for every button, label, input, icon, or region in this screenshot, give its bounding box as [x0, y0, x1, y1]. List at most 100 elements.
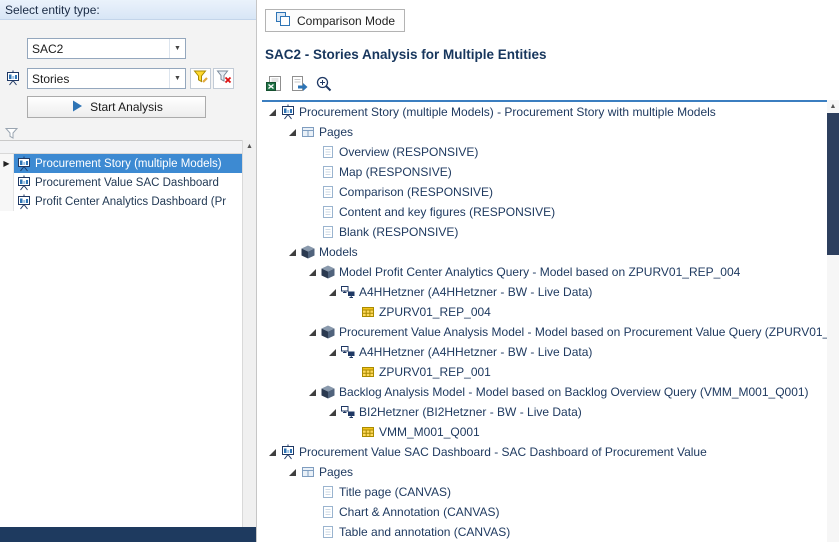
twisty-spacer [346, 422, 360, 442]
entity-list-row[interactable]: Procurement Value SAC Dashboard [0, 173, 243, 192]
expand-toggle-icon[interactable] [286, 122, 300, 142]
entity-row-content[interactable]: Profit Center Analytics Dashboard (Pr [14, 192, 243, 211]
entity-type-value: SAC2 [28, 42, 169, 56]
zoom-in-button[interactable] [315, 76, 333, 94]
model-icon [320, 384, 336, 400]
query-icon [360, 364, 376, 380]
tree-node-label: BI2Hetzner (BI2Hetzner - BW - Live Data) [359, 405, 582, 419]
twisty-spacer [306, 162, 320, 182]
tree-node[interactable]: Overview (RESPONSIVE) [262, 142, 827, 162]
tree-node[interactable]: BI2Hetzner (BI2Hetzner - BW - Live Data) [262, 402, 827, 422]
tree-node[interactable]: A4HHetzner (A4HHetzner - BW - Live Data) [262, 342, 827, 362]
entity-row-content[interactable]: Procurement Story (multiple Models) [14, 154, 243, 173]
entity-row-label: Procurement Value SAC Dashboard [35, 177, 219, 189]
tree-node[interactable]: A4HHetzner (A4HHetzner - BW - Live Data) [262, 282, 827, 302]
tree-node-label: Models [319, 245, 358, 259]
tree-node[interactable]: Model Profit Center Analytics Query - Mo… [262, 262, 827, 282]
filter-icon [5, 127, 18, 140]
clear-filter-button[interactable] [213, 68, 234, 89]
entity-type-dropdown[interactable]: SAC2 ▼ [27, 38, 186, 59]
tree-node[interactable]: Procurement Story (multiple Models) - Pr… [262, 102, 827, 122]
clear-filter-icon [216, 69, 232, 88]
tree-node[interactable]: Table and annotation (CANVAS) [262, 522, 827, 542]
scrollbar-thumb[interactable] [827, 113, 839, 255]
comparison-mode-button[interactable]: Comparison Mode [265, 9, 405, 32]
expand-toggle-icon[interactable] [326, 342, 340, 362]
tree-node-label: Procurement Value SAC Dashboard - SAC Da… [299, 445, 707, 459]
expand-toggle-icon[interactable] [306, 262, 320, 282]
page-icon [320, 524, 336, 540]
tree-node[interactable]: VMM_M001_Q001 [262, 422, 827, 442]
tree-node-label: Procurement Value Analysis Model - Model… [339, 325, 827, 339]
scroll-up-button[interactable]: ▲ [827, 100, 839, 113]
expand-toggle-icon[interactable] [326, 282, 340, 302]
story-icon [16, 175, 32, 191]
connection-icon [340, 284, 356, 300]
comparison-mode-label: Comparison Mode [297, 14, 395, 28]
entity-selector-panel: Select entity type: SAC2 ▼ Stories ▼ Sta… [0, 0, 257, 542]
tree-node[interactable]: Backlog Analysis Model - Model based on … [262, 382, 827, 402]
twisty-spacer [346, 362, 360, 382]
start-analysis-label: Start Analysis [90, 100, 163, 114]
entity-list-row[interactable]: ▶Procurement Story (multiple Models) [0, 154, 243, 173]
tree-node-label: VMM_M001_Q001 [379, 425, 480, 439]
twisty-spacer [346, 302, 360, 322]
expand-toggle-icon[interactable] [266, 442, 280, 462]
expand-toggle-icon[interactable] [306, 322, 320, 342]
tree-toolbar [265, 76, 333, 94]
story-icon [280, 104, 296, 120]
tree-node-label: Title page (CANVAS) [339, 485, 451, 499]
comparison-icon [275, 11, 291, 30]
expand-toggle-icon[interactable] [286, 462, 300, 482]
start-analysis-button[interactable]: Start Analysis [27, 96, 206, 118]
tree-node-label: A4HHetzner (A4HHetzner - BW - Live Data) [359, 285, 592, 299]
export-excel-button[interactable] [265, 76, 283, 94]
expand-toggle-icon[interactable] [306, 382, 320, 402]
tree-node[interactable]: Content and key figures (RESPONSIVE) [262, 202, 827, 222]
twisty-spacer [306, 502, 320, 522]
export-excel-icon [265, 75, 283, 96]
export-icon [290, 75, 308, 96]
entity-list-row[interactable]: Profit Center Analytics Dashboard (Pr [0, 192, 243, 211]
expand-toggle-icon[interactable] [326, 402, 340, 422]
twisty-spacer [306, 142, 320, 162]
tree-node-label: ZPURV01_REP_001 [379, 365, 491, 379]
tree-node[interactable]: Title page (CANVAS) [262, 482, 827, 502]
connection-icon [340, 344, 356, 360]
tree-node[interactable]: Procurement Value SAC Dashboard - SAC Da… [262, 442, 827, 462]
tree-node-label: Content and key figures (RESPONSIVE) [339, 205, 555, 219]
grid-column-header [0, 141, 243, 154]
tree-node[interactable]: Pages [262, 122, 827, 142]
tree-node[interactable]: Pages [262, 462, 827, 482]
tree-node[interactable]: Comparison (RESPONSIVE) [262, 182, 827, 202]
scroll-up-button[interactable]: ▲ [243, 140, 256, 154]
entity-row-label: Profit Center Analytics Dashboard (Pr [35, 196, 226, 208]
model-icon [320, 324, 336, 340]
tree-node[interactable]: Models [262, 242, 827, 262]
tree-node[interactable]: ZPURV01_REP_001 [262, 362, 827, 382]
twisty-spacer [306, 482, 320, 502]
stories-icon [5, 70, 21, 86]
tree-node[interactable]: ZPURV01_REP_004 [262, 302, 827, 322]
entity-list-dropdown[interactable]: Stories ▼ [27, 68, 186, 89]
tree-node-label: Comparison (RESPONSIVE) [339, 185, 493, 199]
left-scrollbar[interactable]: ▲ [242, 140, 256, 527]
entity-row-content[interactable]: Procurement Value SAC Dashboard [14, 173, 243, 192]
right-scrollbar[interactable]: ▲ [827, 100, 839, 542]
tree-node[interactable]: Map (RESPONSIVE) [262, 162, 827, 182]
expand-toggle-icon[interactable] [286, 242, 300, 262]
page-icon [320, 484, 336, 500]
connection-icon [340, 404, 356, 420]
expand-toggle-icon[interactable] [266, 102, 280, 122]
tree-node[interactable]: Blank (RESPONSIVE) [262, 222, 827, 242]
story-icon [16, 194, 32, 210]
tree-node[interactable]: Procurement Value Analysis Model - Model… [262, 322, 827, 342]
edit-filter-button[interactable] [190, 68, 211, 89]
export-button[interactable] [290, 76, 308, 94]
tree-node-label: Pages [319, 465, 353, 479]
entity-list-value: Stories [28, 72, 169, 86]
story-icon [16, 156, 32, 172]
tree-node-label: Overview (RESPONSIVE) [339, 145, 478, 159]
tree-node[interactable]: Chart & Annotation (CANVAS) [262, 502, 827, 522]
pages-icon [300, 464, 316, 480]
